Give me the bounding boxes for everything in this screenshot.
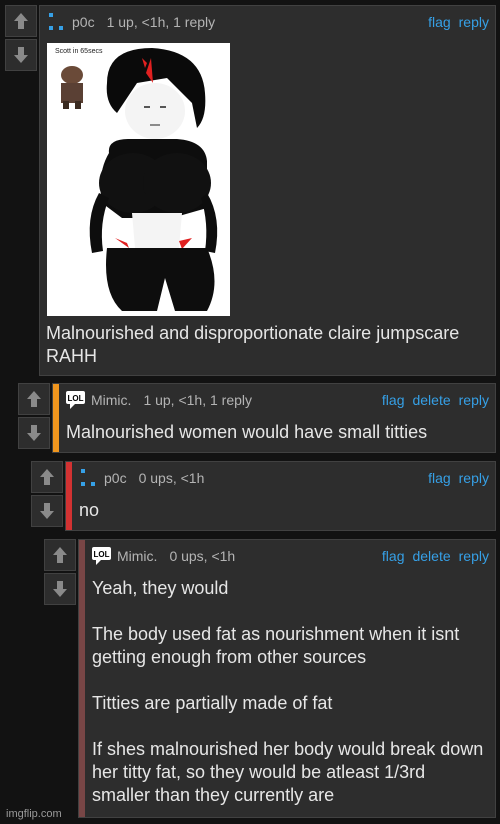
comment-box: p0c 1 up, <1h, 1 reply flag reply Scott …: [39, 5, 496, 376]
comment-box: p0c 0 ups, <1h flag reply no: [65, 461, 496, 531]
comment-text: Malnourished women would have small titt…: [66, 422, 428, 442]
comment-header: LOL Mimic. 0 ups, <1h flag delete reply: [91, 545, 489, 567]
downvote-button[interactable]: [5, 39, 37, 71]
comment-box: LOL Mimic. 1 up, <1h, 1 reply flag delet…: [52, 383, 496, 453]
vote-controls: [31, 461, 63, 527]
arrow-down-icon: [14, 47, 28, 63]
anime-drawing-image: Scott in 65secs: [47, 43, 230, 316]
comment-body: no: [79, 499, 487, 522]
comment-meta: 0 ups, <1h: [169, 548, 236, 564]
imgflip-watermark: imgflip.com: [6, 808, 62, 820]
lol-icon: LOL: [92, 547, 111, 565]
dots-icon: [81, 469, 95, 486]
comment-body: Malnourished and disproportionate claire…: [46, 322, 487, 368]
upvote-button[interactable]: [44, 539, 76, 571]
username[interactable]: Mimic.: [91, 392, 131, 408]
downvote-button[interactable]: [31, 495, 63, 527]
arrow-up-icon: [53, 547, 67, 563]
attached-image[interactable]: Scott in 65secs: [47, 43, 230, 316]
delete-link[interactable]: delete: [412, 548, 450, 564]
vote-controls: [5, 5, 37, 71]
username[interactable]: Mimic.: [117, 548, 157, 564]
comment-header: p0c 0 ups, <1h flag reply: [78, 467, 489, 489]
arrow-up-icon: [40, 469, 54, 485]
upvote-button[interactable]: [31, 461, 63, 493]
reply-link[interactable]: reply: [459, 470, 489, 486]
reply-link[interactable]: reply: [459, 548, 489, 564]
username[interactable]: p0c: [104, 470, 127, 486]
flag-link[interactable]: flag: [382, 548, 405, 564]
comment-header: LOL Mimic. 1 up, <1h, 1 reply flag delet…: [65, 389, 489, 411]
comment-text: The body used fat as nourishment when it…: [92, 624, 460, 667]
comment: p0c 0 ups, <1h flag reply no: [31, 461, 496, 531]
svg-text:LOL: LOL: [68, 394, 84, 403]
upvote-button[interactable]: [5, 5, 37, 37]
arrow-down-icon: [27, 425, 41, 441]
comment-meta: 1 up, <1h, 1 reply: [106, 14, 216, 30]
arrow-down-icon: [40, 503, 54, 519]
vote-controls: [18, 383, 50, 449]
comment-text: If shes malnourished her body would brea…: [92, 739, 484, 805]
comment: LOL Mimic. 1 up, <1h, 1 reply flag delet…: [18, 383, 496, 453]
comment-meta: 0 ups, <1h: [138, 470, 205, 486]
thread-stripe: [53, 384, 59, 452]
svg-text:LOL: LOL: [94, 550, 110, 559]
downvote-button[interactable]: [18, 417, 50, 449]
comment-text: Yeah, they would: [92, 578, 229, 598]
reply-link[interactable]: reply: [459, 392, 489, 408]
comment: p0c 1 up, <1h, 1 reply flag reply Scott …: [5, 5, 496, 376]
comment-body: Yeah, they would The body used fat as no…: [92, 577, 487, 807]
lol-icon: LOL: [66, 391, 85, 409]
comment-text: Malnourished and disproportionate claire…: [46, 323, 460, 366]
comment-body: Malnourished women would have small titt…: [66, 421, 487, 444]
reply-link[interactable]: reply: [459, 14, 489, 30]
thread-stripe: [66, 462, 72, 530]
downvote-button[interactable]: [44, 573, 76, 605]
flag-link[interactable]: flag: [382, 392, 405, 408]
comment-header: p0c 1 up, <1h, 1 reply flag reply: [46, 11, 489, 33]
comment-text: Titties are partially made of fat: [92, 693, 333, 713]
arrow-down-icon: [53, 581, 67, 597]
username[interactable]: p0c: [72, 14, 95, 30]
thread-stripe: [79, 540, 85, 817]
arrow-up-icon: [14, 13, 28, 29]
flag-link[interactable]: flag: [428, 14, 451, 30]
image-caption: Scott in 65secs: [55, 48, 103, 55]
vote-controls: [44, 539, 76, 605]
comment-box: LOL Mimic. 0 ups, <1h flag delete reply …: [78, 539, 496, 818]
comment-meta: 1 up, <1h, 1 reply: [143, 392, 253, 408]
comment-text: no: [79, 500, 100, 520]
delete-link[interactable]: delete: [412, 392, 450, 408]
comment: LOL Mimic. 0 ups, <1h flag delete reply …: [44, 539, 496, 818]
flag-link[interactable]: flag: [428, 470, 451, 486]
arrow-up-icon: [27, 391, 41, 407]
upvote-button[interactable]: [18, 383, 50, 415]
dots-icon: [49, 13, 63, 30]
